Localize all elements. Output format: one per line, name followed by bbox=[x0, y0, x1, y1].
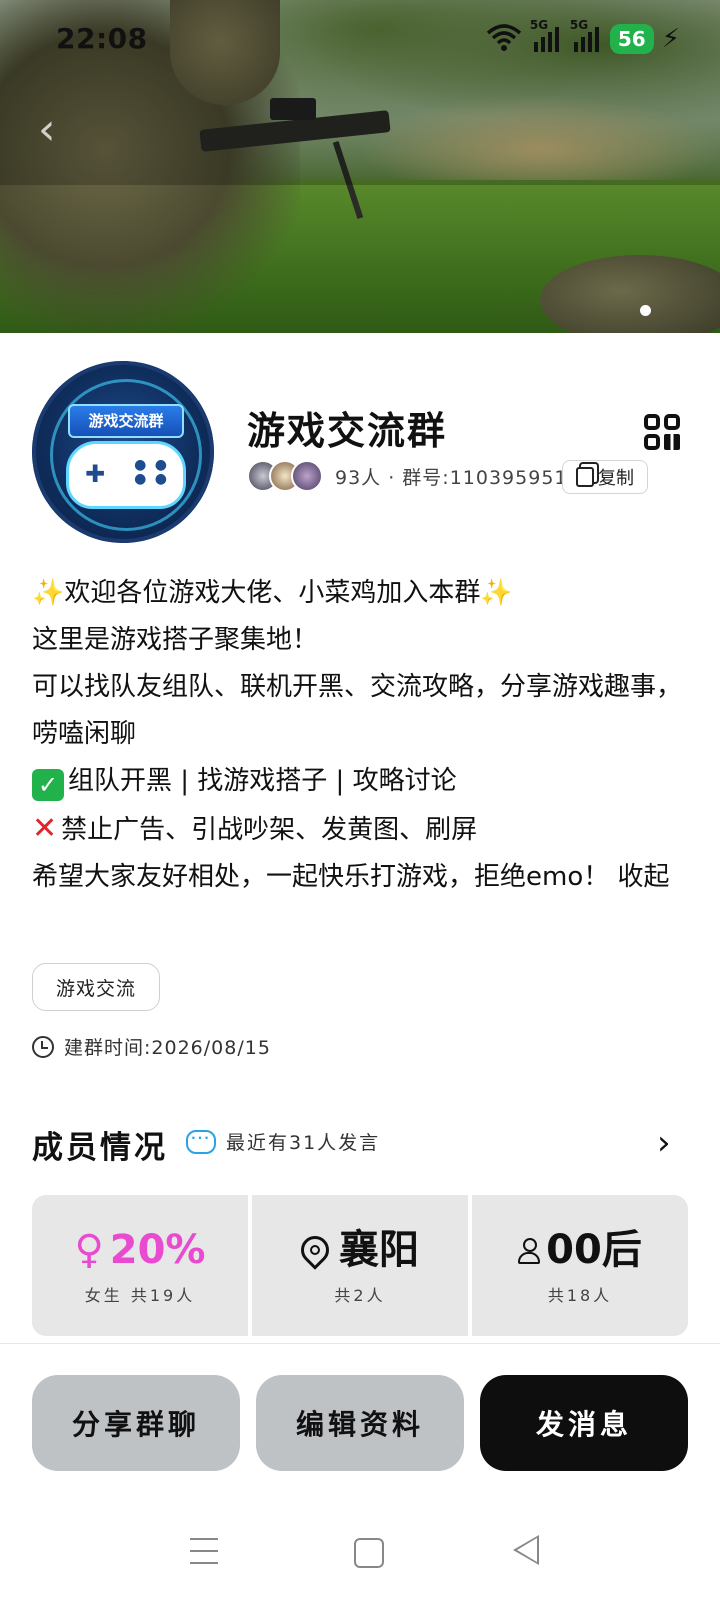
system-nav-bar bbox=[0, 1520, 720, 1590]
created-date-row: 建群时间:2026/08/15 bbox=[32, 1033, 271, 1060]
location-pin-icon bbox=[295, 1229, 335, 1270]
dpad-icon: ✚ bbox=[85, 460, 106, 488]
edit-profile-button[interactable]: 编辑资料 bbox=[256, 1375, 464, 1471]
avatar-banner-text: 游戏交流群 bbox=[68, 404, 184, 438]
status-icons: 5G 5G 56 ⚡ bbox=[486, 18, 680, 56]
qr-corner bbox=[664, 414, 680, 430]
battery-level: 56 bbox=[609, 24, 654, 54]
clock-icon bbox=[32, 1035, 54, 1058]
stat-age[interactable]: 00后 共18人 bbox=[472, 1195, 688, 1336]
members-section-title: 成员情况 bbox=[32, 1130, 168, 1166]
stat-gender-value-row: ♀ 20% bbox=[74, 1226, 205, 1274]
signal-icon-2: 5G bbox=[570, 18, 602, 55]
desc-line-4: ✓ 组队开黑 | 找游戏搭子 | 攻略讨论 bbox=[32, 758, 692, 805]
qr-pattern bbox=[664, 434, 680, 450]
stat-location-value-row: 襄阳 bbox=[295, 1226, 419, 1274]
female-icon: ♀ bbox=[74, 1226, 104, 1273]
wifi-icon bbox=[486, 23, 522, 55]
charging-bolt-icon: ⚡ bbox=[661, 24, 680, 54]
member-summary[interactable]: 93人 · 群号:1103959517 bbox=[247, 460, 581, 492]
group-avatar[interactable]: 游戏交流群 ✚ ● ● ● ● bbox=[32, 361, 214, 543]
menu-icon[interactable] bbox=[190, 1538, 218, 1564]
stat-location-value: 襄阳 bbox=[339, 1226, 419, 1273]
desc-line-6-text: 希望大家友好相处，一起快乐打游戏，拒绝emo！ bbox=[32, 862, 610, 892]
group-description: ✨欢迎各位游戏大佬、小菜鸡加入本群✨ 这里是游戏搭子聚集地！ 可以找队友组队、联… bbox=[32, 570, 692, 901]
stat-age-value-row: 00后 bbox=[518, 1226, 642, 1274]
check-mark-icon: ✓ bbox=[32, 769, 64, 801]
back-icon[interactable] bbox=[513, 1535, 539, 1565]
divider bbox=[0, 1343, 720, 1344]
qr-corner bbox=[644, 414, 660, 430]
desc-line-6: 希望大家友好相处，一起快乐打游戏，拒绝emo！ 收起 bbox=[32, 854, 692, 901]
desc-line-5-text: 禁止广告、引战吵架、发黄图、刷屏 bbox=[61, 815, 478, 845]
gamepad-icon: ✚ ● ● ● ● bbox=[66, 441, 186, 509]
copy-icon bbox=[576, 467, 594, 487]
home-icon[interactable] bbox=[354, 1538, 384, 1568]
stat-location-sub: 共2人 bbox=[334, 1285, 386, 1305]
chat-bubble-icon: ··· bbox=[186, 1129, 216, 1154]
desc-line-2: 这里是游戏搭子聚集地！ bbox=[32, 625, 319, 655]
recent-speakers: ··· 最近有31人发言 bbox=[186, 1128, 380, 1155]
stat-gender-value: 20% bbox=[109, 1226, 206, 1273]
member-stats[interactable]: ♀ 20% 女生 共19人 襄阳 共2人 00后 共18人 bbox=[32, 1195, 688, 1336]
desc-line-1: ✨欢迎各位游戏大佬、小菜鸡加入本群✨ bbox=[32, 578, 513, 608]
stat-age-sub: 共18人 bbox=[547, 1285, 613, 1305]
signal-icon-1: 5G bbox=[530, 18, 562, 55]
signal-label-1: 5G bbox=[529, 17, 549, 32]
collapse-link[interactable]: 收起 bbox=[618, 862, 670, 892]
cross-mark-icon: ✕ bbox=[32, 811, 58, 846]
desc-line-5: ✕ 禁止广告、引战吵架、发黄图、刷屏 bbox=[32, 805, 692, 854]
created-date: 建群时间:2026/08/15 bbox=[64, 1037, 271, 1059]
stat-gender[interactable]: ♀ 20% 女生 共19人 bbox=[32, 1195, 248, 1336]
signal-label-2: 5G bbox=[569, 17, 589, 32]
desc-line-3: 可以找队友组队、联机开黑、交流攻略，分享游戏趣事，唠嗑闲聊 bbox=[32, 672, 683, 749]
group-tag[interactable]: 游戏交流 bbox=[32, 963, 160, 1011]
group-name: 游戏交流群 bbox=[247, 408, 448, 453]
qr-code-icon[interactable] bbox=[644, 414, 680, 450]
copy-label: 复制 bbox=[598, 468, 634, 489]
send-message-button[interactable]: 发消息 bbox=[480, 1375, 688, 1471]
recent-speakers-text: 最近有31人发言 bbox=[226, 1132, 381, 1154]
share-group-button[interactable]: 分享群聊 bbox=[32, 1375, 240, 1471]
copy-group-id-button[interactable]: 复制 bbox=[562, 460, 648, 494]
stat-location[interactable]: 襄阳 共2人 bbox=[252, 1195, 468, 1336]
desc-line-4-text: 组队开黑 | 找游戏搭子 | 攻略讨论 bbox=[68, 766, 457, 796]
person-icon bbox=[518, 1237, 541, 1264]
status-time: 22:08 bbox=[56, 22, 148, 55]
back-arrow-icon[interactable]: ‹ bbox=[38, 108, 78, 152]
stat-gender-sub: 女生 共19人 bbox=[84, 1285, 196, 1305]
stat-age-value: 00后 bbox=[546, 1226, 642, 1273]
chevron-right-icon[interactable]: › bbox=[657, 1126, 671, 1160]
member-avatar bbox=[291, 460, 323, 492]
carousel-indicator-dot bbox=[640, 305, 651, 316]
member-count-and-id: 93人 · 群号:1103959517 bbox=[335, 466, 581, 489]
gamepad-buttons-icon: ● ● ● ● bbox=[134, 457, 169, 487]
qr-corner bbox=[644, 434, 660, 450]
